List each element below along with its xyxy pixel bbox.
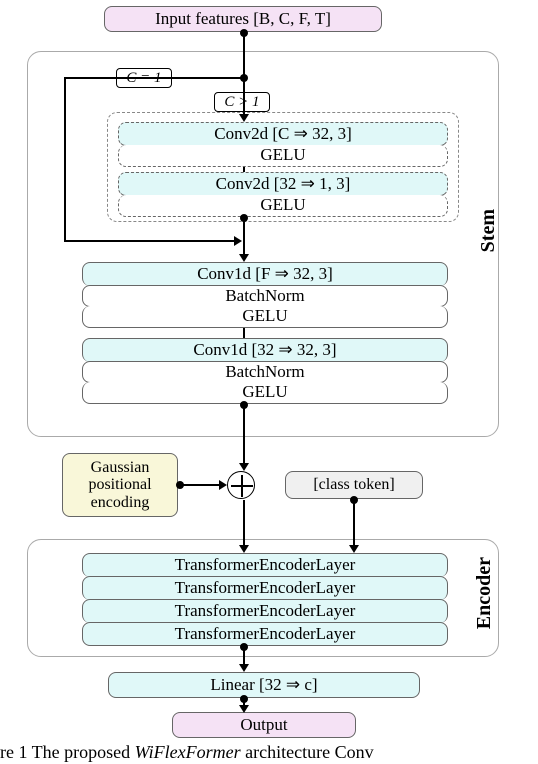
class-token: [class token] bbox=[285, 471, 423, 499]
connector-line bbox=[243, 80, 245, 116]
connector-line bbox=[353, 502, 355, 547]
caption-suffix: architecture Conv bbox=[245, 742, 373, 762]
gelu-2-layer: GELU bbox=[118, 195, 448, 217]
conv2d-1-layer: Conv2d [C ⇒ 32, 3] bbox=[118, 122, 448, 146]
connector-line bbox=[243, 167, 245, 172]
connector-line bbox=[64, 77, 66, 241]
connector-line bbox=[64, 240, 239, 242]
encoder-layer-4: TransformerEncoderLayer bbox=[82, 622, 448, 646]
linear-layer: Linear [32 ⇒ c] bbox=[108, 672, 420, 698]
connector-line bbox=[243, 407, 245, 465]
arrow-right-icon bbox=[234, 236, 242, 246]
gelu-4-layer: GELU bbox=[82, 382, 448, 404]
arrow-down-icon bbox=[239, 254, 249, 262]
arrow-down-icon bbox=[239, 114, 249, 122]
batchnorm-1-layer: BatchNorm bbox=[82, 285, 448, 307]
connector-line bbox=[243, 500, 245, 547]
arrow-down-icon bbox=[239, 463, 249, 471]
encoder-layer-1: TransformerEncoderLayer bbox=[82, 553, 448, 577]
output: Output bbox=[172, 712, 356, 738]
connector-line bbox=[243, 220, 245, 256]
arrow-right-icon bbox=[219, 480, 227, 490]
connector-line bbox=[243, 33, 245, 78]
add-op-icon bbox=[227, 471, 255, 499]
encoder-layer-2: TransformerEncoderLayer bbox=[82, 576, 448, 600]
figure-caption: re 1 The proposed WiFlexFormer architect… bbox=[0, 742, 374, 763]
gaussian-positional-encoding: Gaussian positional encoding bbox=[62, 453, 178, 517]
conv2d-2-layer: Conv2d [32 ⇒ 1, 3] bbox=[118, 172, 448, 196]
stem-label: Stem bbox=[477, 209, 500, 252]
connector-line bbox=[66, 77, 244, 79]
cond-c-gt-1: C > 1 bbox=[214, 92, 270, 112]
arrow-down-icon bbox=[239, 545, 249, 553]
gelu-3-layer: GELU bbox=[82, 306, 448, 328]
connector-line bbox=[243, 328, 245, 338]
conv1d-2-layer: Conv1d [32 ⇒ 32, 3] bbox=[82, 338, 448, 362]
caption-ital: WiFlexFormer bbox=[135, 742, 245, 762]
gelu-1-layer: GELU bbox=[118, 145, 448, 167]
encoder-label: Encoder bbox=[473, 557, 496, 629]
caption-text: re 1 The proposed bbox=[0, 742, 135, 762]
arrow-down-icon bbox=[239, 664, 249, 672]
conv1d-1-layer: Conv1d [F ⇒ 32, 3] bbox=[82, 262, 448, 286]
encoder-layer-3: TransformerEncoderLayer bbox=[82, 599, 448, 623]
arrow-down-icon bbox=[239, 705, 249, 713]
connector-line bbox=[182, 484, 222, 486]
batchnorm-2-layer: BatchNorm bbox=[82, 361, 448, 383]
arrow-down-icon bbox=[349, 545, 359, 553]
